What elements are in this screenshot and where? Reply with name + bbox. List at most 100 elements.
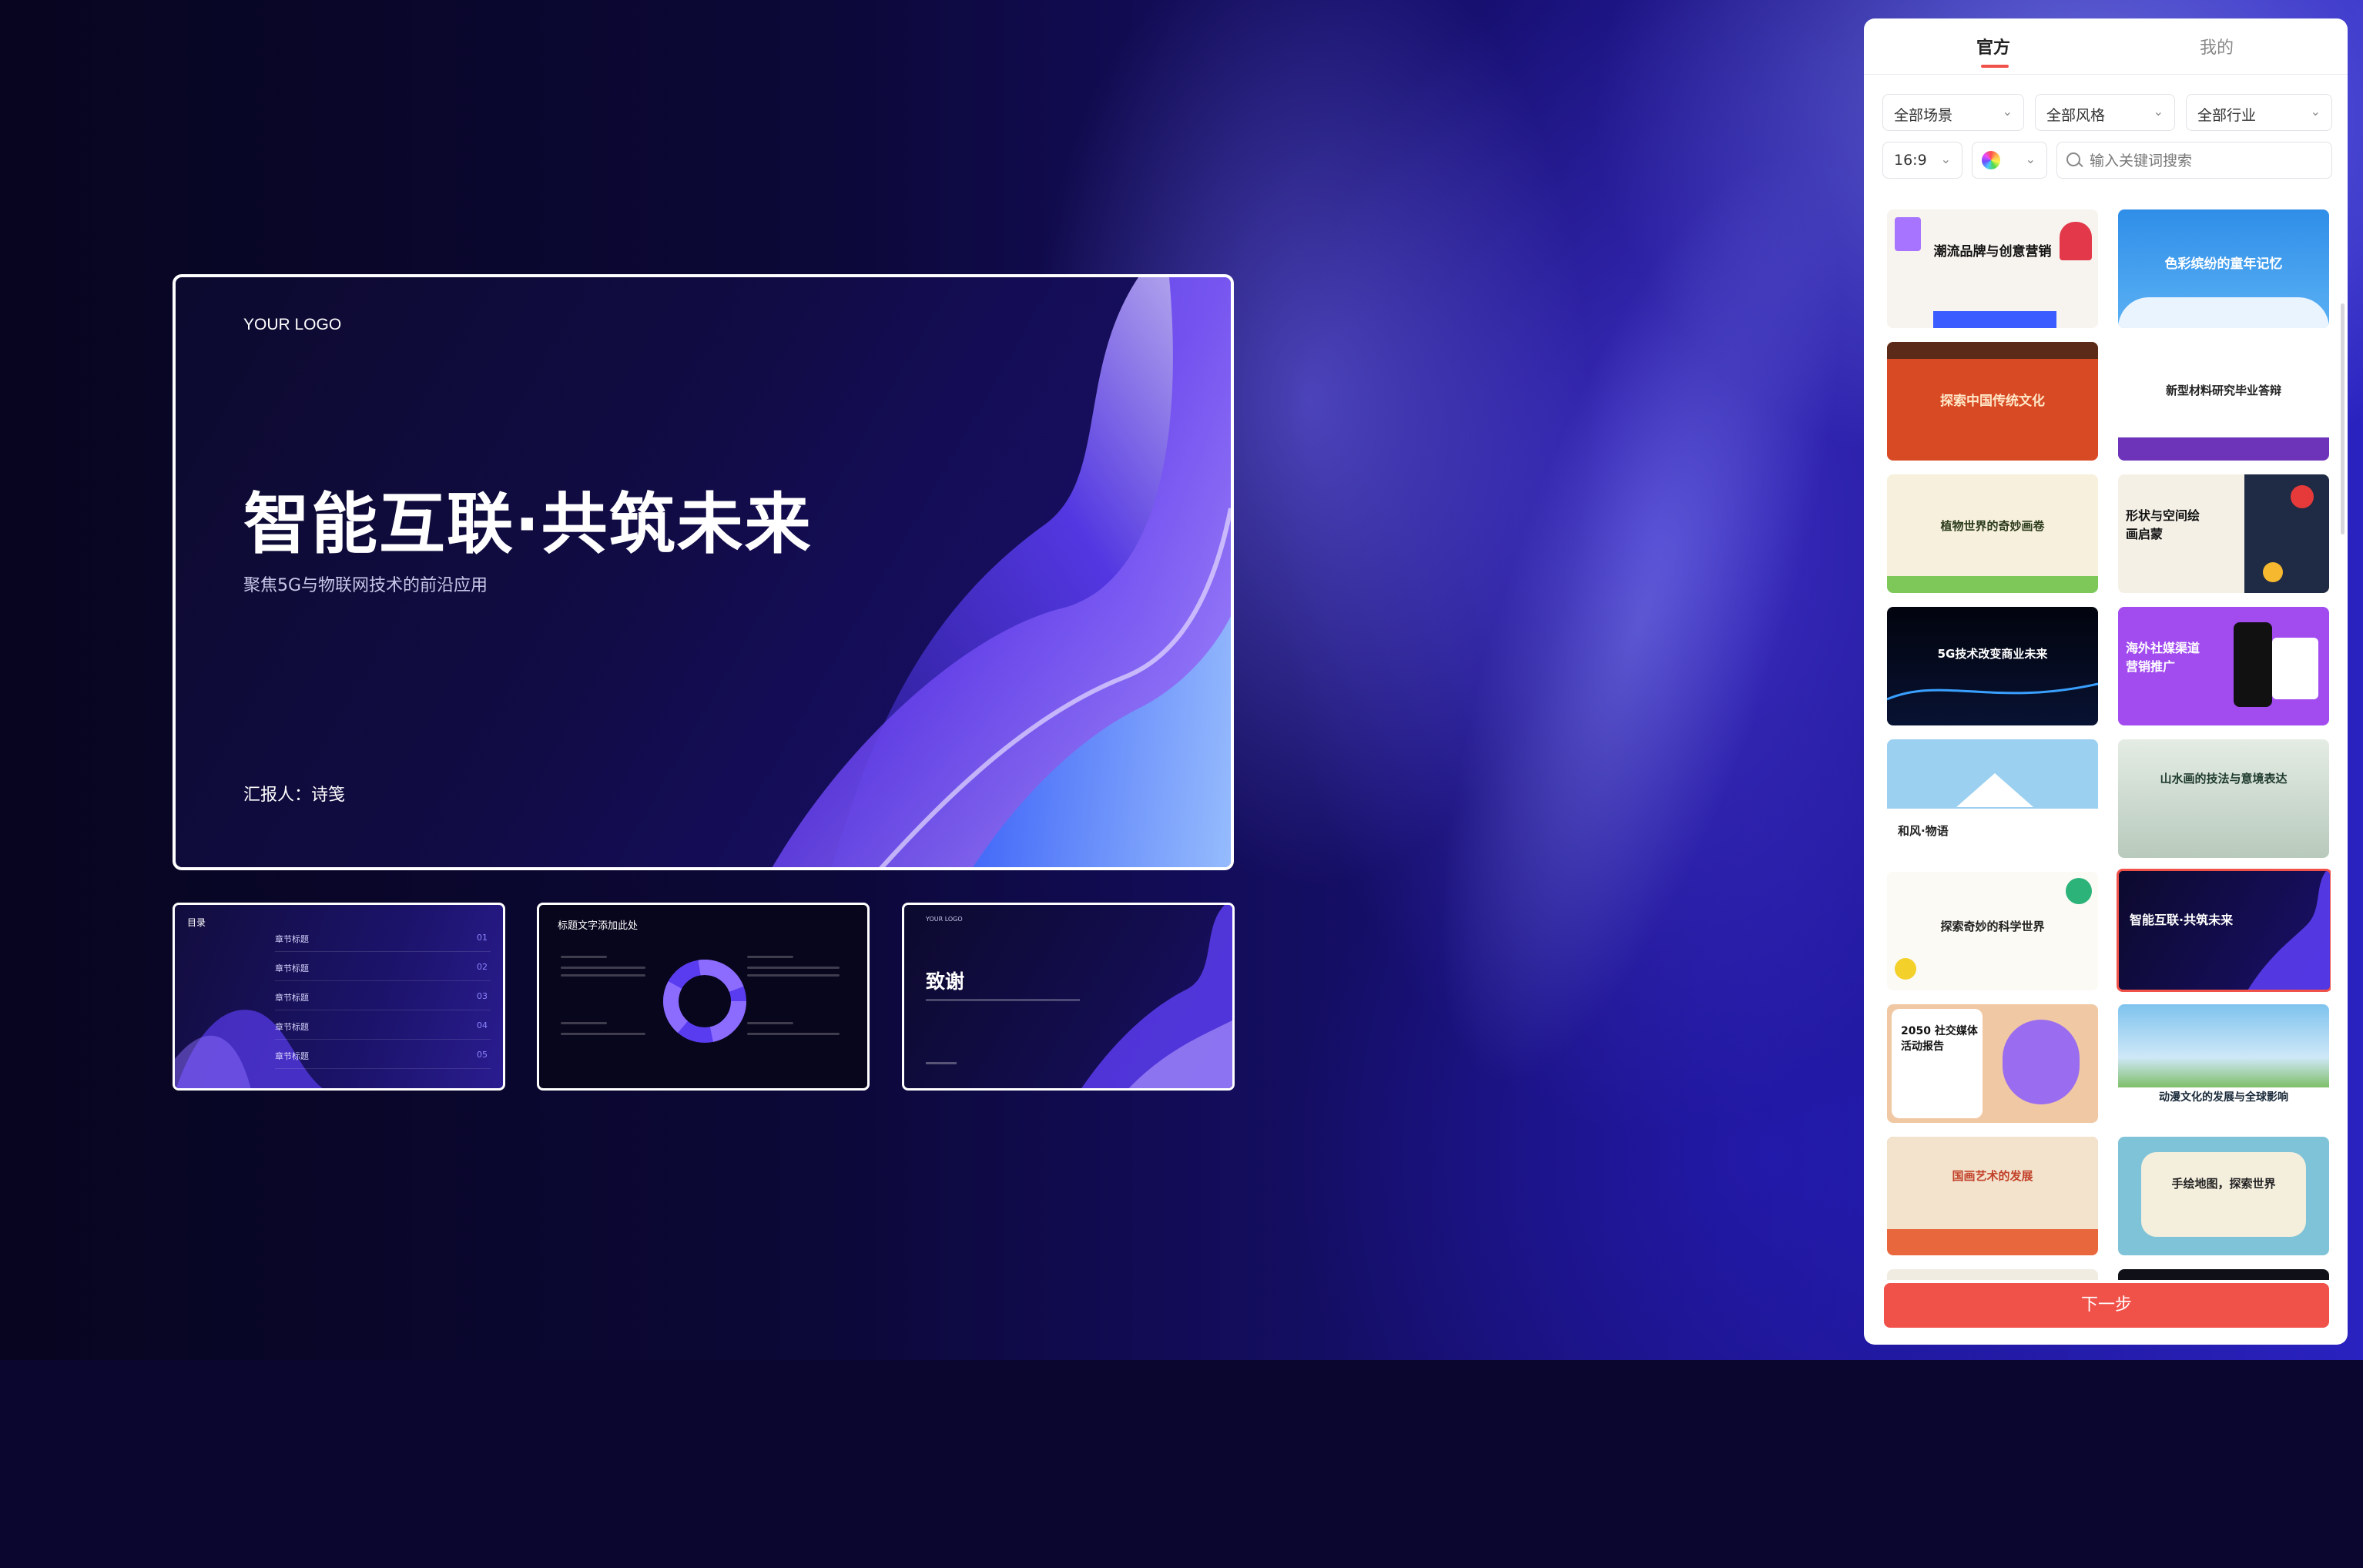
template-card[interactable]: 形状与空间绘画启蒙 [2118,474,2329,593]
text-placeholder-line [747,1022,793,1024]
card-decoration [2244,474,2329,593]
card-decoration [2291,485,2314,508]
text-placeholder-line [747,974,840,977]
template-card-selected[interactable]: 智能互联·共筑未来 [2117,869,2331,992]
template-title: 动漫文化的发展与全球影响 [2159,1091,2288,1104]
template-title: 色彩缤纷的童年记忆 [2164,256,2283,272]
template-title: 探索奇妙的科学世界 [1940,920,2045,933]
template-title: 智能互联·共筑未来 [2130,913,2234,927]
text-placeholder-line [561,967,645,969]
toc-row-number: 05 [477,1050,488,1060]
thumbnail-thanks[interactable]: YOUR LOGO 致谢 [902,903,1235,1091]
template-title: 5G技术改变商业未来 [1937,647,2048,661]
toc-row: 章节标题 03 [275,987,491,1010]
card-wave-art [2247,871,2330,990]
thanks-title: 致谢 [926,970,965,993]
thanks-wave-art [1081,905,1232,1088]
main-slide-preview[interactable]: YOUR LOGO 智能互联·共筑未来 聚焦5G与物联网技术的前沿应用 汇报人：… [173,274,1234,870]
tab-official[interactable]: 官方 [1976,34,2011,68]
template-title: 新型材料研究毕业答辩 [2165,384,2281,397]
scene-select[interactable]: 全部场景 ⌄ [1882,94,2024,131]
scene-select-value: 全部场景 [1894,107,1953,124]
next-step-button[interactable]: 下一步 [1884,1283,2329,1328]
search-input[interactable] [2088,149,2322,173]
template-card[interactable]: 2050 社交媒体活动报告 [1887,1004,2098,1123]
template-title: 山水画的技法与意境表达 [2160,772,2288,786]
toc-row: 章节标题 04 [275,1016,491,1040]
template-title: 植物世界的奇妙画卷 [1940,519,2045,533]
slide-logo: YOUR LOGO [243,316,342,333]
toc-row: 章节标题 01 [275,928,491,952]
card-decoration [2234,622,2272,707]
text-placeholder-line [747,1033,840,1035]
template-card[interactable]: 国画艺术的发展 [1887,1137,2098,1255]
template-card[interactable]: 新型材料研究毕业答辩 [2118,342,2329,461]
thumbnail-toc[interactable]: 目录 章节标题 01 章节标题 02 章节标题 03 章节标题 04 章节标题 … [173,903,505,1091]
toc-row-label: 章节标题 [275,963,309,973]
industry-select[interactable]: 全部行业 ⌄ [2186,94,2332,131]
search-input-wrapper[interactable] [2056,142,2332,179]
toc-row-number: 01 [477,933,488,943]
template-scrollbar[interactable] [2341,303,2345,534]
mountain-icon [1956,773,2033,807]
toc-row: 章节标题 05 [275,1045,491,1069]
card-decoration [2263,562,2283,582]
text-placeholder-line [561,1033,645,1035]
card-decoration [1887,342,2098,359]
chevron-down-icon: ⌄ [2002,104,2013,119]
ratio-select-value: 16:9 [1894,152,1927,169]
template-card[interactable]: 动漫文化的发展与全球影响 [2118,1004,2329,1123]
thanks-logo: YOUR LOGO [926,916,963,923]
template-card[interactable]: 手绘地图，探索世界 [2118,1137,2329,1255]
chevron-down-icon: ⌄ [1940,152,1951,166]
template-grid: 潮流品牌与创意营销 色彩缤纷的童年记忆 探索中国传统文化 新型材料研究毕业答辩 … [1887,209,2331,1280]
template-title: 潮流品牌与创意营销 [1933,244,2052,260]
ratio-select[interactable]: 16:9 ⌄ [1882,142,1962,179]
template-card[interactable]: 潮流品牌与创意营销 [1887,209,2098,328]
toc-row-label: 章节标题 [275,934,309,944]
text-placeholder-line [561,956,607,958]
toc-row-number: 04 [477,1020,488,1030]
thumbnail-content[interactable]: 标题文字添加此处 [537,903,870,1091]
template-card[interactable] [2118,1269,2329,1280]
template-card[interactable]: 海外社媒渠道营销推广 [2118,607,2329,725]
template-panel: 官方 我的 全部场景 ⌄ 全部风格 ⌄ 全部行业 ⌄ 16:9 ⌄ ⌄ 潮流品 [1864,18,2348,1345]
style-select[interactable]: 全部风格 ⌄ [2035,94,2175,131]
text-placeholder-line [926,1062,957,1064]
toc-row-number: 02 [477,962,488,972]
template-card[interactable] [1887,1269,2098,1280]
card-wave-art [1887,682,2098,701]
template-title: 手绘地图，探索世界 [2171,1177,2276,1191]
text-placeholder-line [747,956,793,958]
toc-title: 目录 [187,917,206,928]
toc-row-label: 章节标题 [275,1022,309,1032]
template-card[interactable]: 和风·物语 [1887,739,2098,858]
text-placeholder-line [561,1022,607,1024]
card-decoration [1933,311,2056,328]
card-decoration [1887,576,2098,593]
template-card[interactable]: 色彩缤纷的童年记忆 [2118,209,2329,328]
template-card[interactable]: 探索中国传统文化 [1887,342,2098,461]
cycle-diagram [663,960,746,1043]
template-card[interactable]: 植物世界的奇妙画卷 [1887,474,2098,593]
slide-reporter: 汇报人：诗笺 [243,786,346,805]
card-decoration [2141,1152,2306,1237]
chevron-down-icon: ⌄ [2025,152,2036,166]
card-decoration [2066,878,2092,904]
template-card[interactable]: 山水画的技法与意境表达 [2118,739,2329,858]
toc-row-label: 章节标题 [275,1051,309,1061]
template-title: 2050 社交媒体活动报告 [1901,1025,1978,1053]
template-title: 和风·物语 [1898,824,1949,838]
template-card[interactable]: 5G技术改变商业未来 [1887,607,2098,725]
template-title: 海外社媒渠道营销推广 [2126,641,2200,674]
tab-official-label: 官方 [1976,39,2011,58]
tab-mine[interactable]: 我的 [2200,34,2234,59]
chevron-down-icon: ⌄ [2310,104,2321,119]
color-select[interactable]: ⌄ [1972,142,2047,179]
content-title: 标题文字添加此处 [558,920,639,932]
text-placeholder-line [926,999,1080,1001]
style-select-value: 全部风格 [2046,107,2106,124]
template-card[interactable]: 探索奇妙的科学世界 [1887,872,2098,990]
toc-row: 章节标题 02 [275,957,491,981]
card-decoration [2118,437,2329,461]
